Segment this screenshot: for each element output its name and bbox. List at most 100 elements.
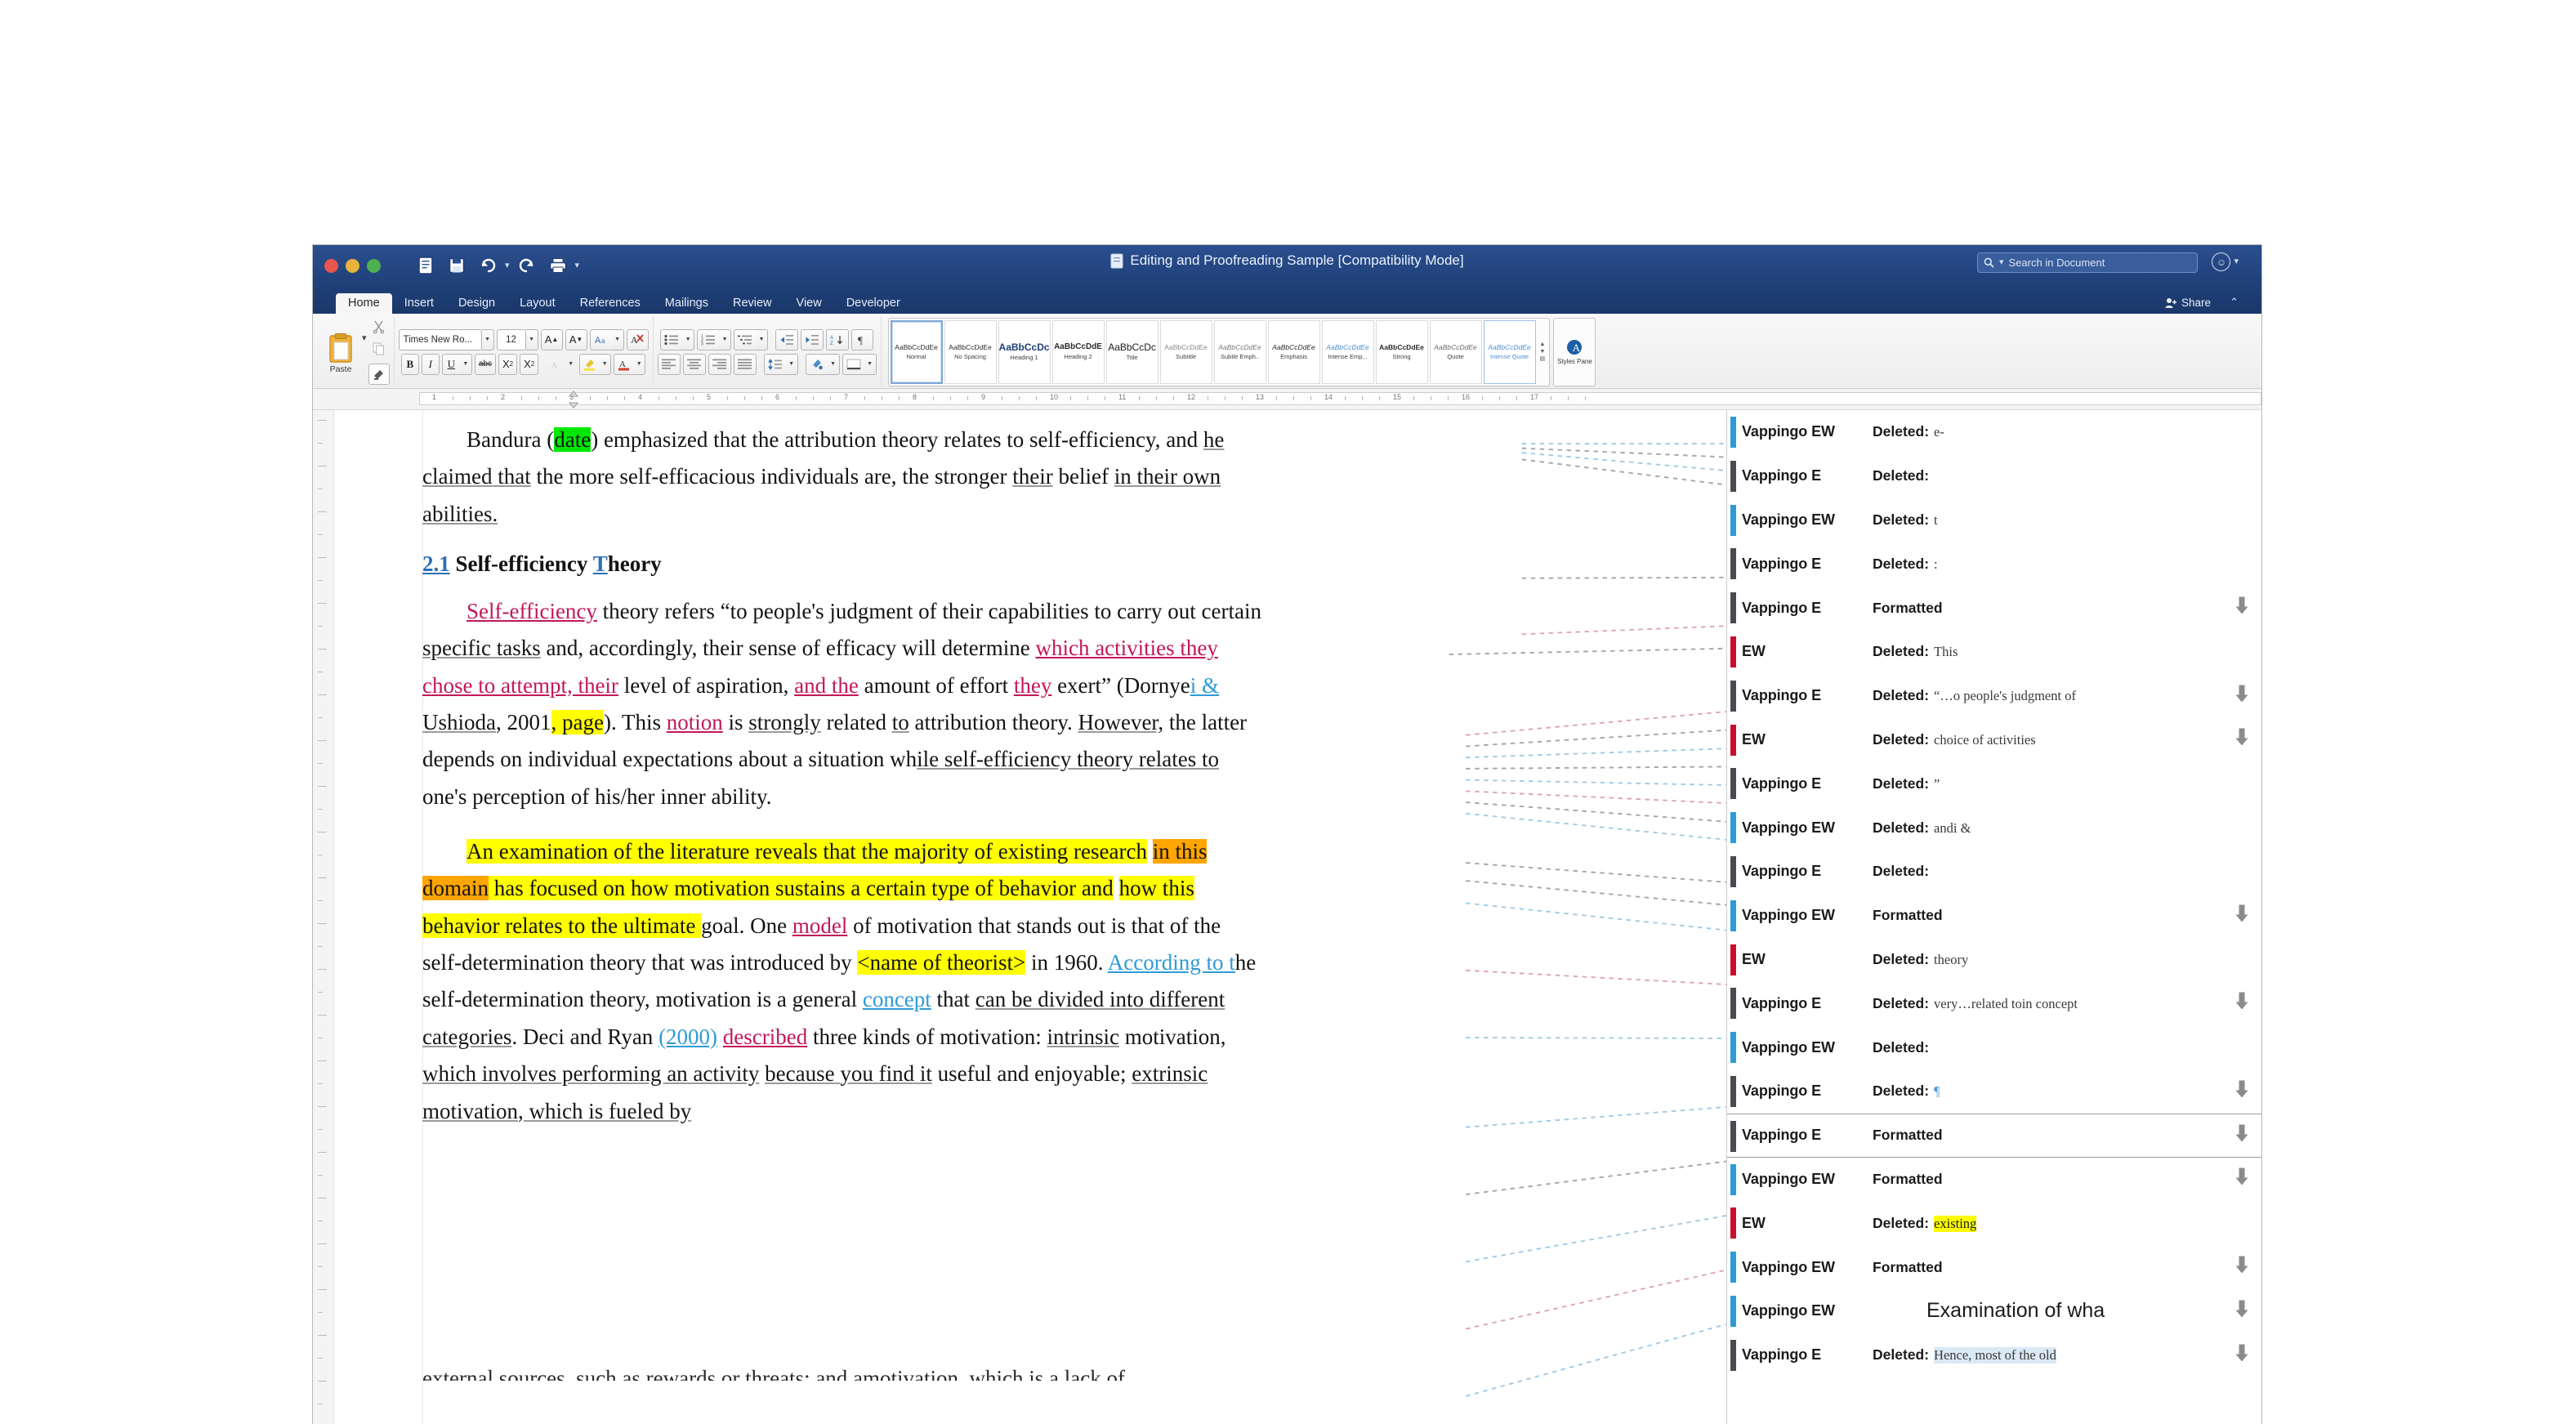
gallery-scroll-down-icon[interactable]: ▼ — [1540, 348, 1546, 355]
maximize-icon[interactable] — [367, 258, 381, 273]
undo-icon[interactable] — [474, 252, 502, 279]
multilevel-list-button[interactable] — [734, 328, 757, 350]
paragraph-examination[interactable]: An examination of the literature reveals… — [422, 833, 1264, 1130]
numbering-button[interactable]: 123 — [697, 328, 720, 350]
subscript-button[interactable]: X2 — [498, 353, 518, 375]
font-color-caret[interactable]: ▼ — [633, 353, 646, 375]
revision-row[interactable]: Vappingo EW Deleted: — [1727, 1025, 2261, 1069]
revision-row[interactable]: Vappingo E Deleted:” — [1727, 761, 2261, 806]
tab-developer[interactable]: Developer — [834, 293, 913, 315]
paste-dropdown-caret[interactable]: ▾ — [362, 333, 367, 343]
revision-expand-arrow-icon[interactable] — [2234, 596, 2250, 620]
revision-expand-arrow-icon[interactable] — [2234, 904, 2250, 927]
tab-home[interactable]: Home — [336, 292, 392, 314]
ribbon-collapse-icon[interactable]: ⌃ — [2230, 296, 2239, 309]
style-subtitle[interactable]: AaBbCcDdEe Subtitle — [1159, 319, 1212, 384]
revision-expand-arrow-icon[interactable] — [2234, 1256, 2250, 1279]
gallery-scroll-up-icon[interactable]: ▲ — [1540, 341, 1546, 348]
line-spacing-button[interactable] — [763, 353, 786, 375]
heading-2-1[interactable]: 2.1 Self-efficiency Theory — [422, 549, 1264, 580]
clear-formatting-button[interactable]: A — [626, 328, 649, 350]
revision-row[interactable]: Vappingo E Deleted: — [1727, 454, 2261, 498]
revision-row[interactable]: Vappingo EW Formatted — [1727, 1245, 2261, 1289]
underline-caret[interactable]: ▼ — [459, 353, 472, 375]
borders-button[interactable] — [842, 353, 864, 375]
revision-row[interactable]: Vappingo E Deleted: ¶ — [1727, 1069, 2261, 1114]
quick-access-toolbar[interactable]: ▾ ▾ — [412, 252, 579, 279]
revision-expand-arrow-icon[interactable] — [2234, 1343, 2250, 1367]
grow-font-button[interactable]: A ▲ — [540, 328, 563, 350]
document-body[interactable]: Bandura (date) emphasized that the attri… — [422, 422, 1264, 1136]
revision-row[interactable]: Vappingo EW Examination of wha — [1727, 1289, 2261, 1333]
revision-row[interactable]: Vappingo E Formatted — [1727, 1113, 2261, 1158]
tab-layout[interactable]: Layout — [507, 293, 568, 315]
bullets-button[interactable] — [660, 328, 683, 350]
justify-button[interactable] — [733, 353, 757, 375]
paste-button[interactable]: Paste — [322, 333, 359, 374]
text-effects-button[interactable]: A — [546, 354, 565, 375]
font-size-input[interactable]: 12 — [496, 328, 526, 350]
revision-row[interactable]: Vappingo EW Formatted — [1727, 894, 2261, 938]
revision-expand-arrow-icon[interactable] — [2234, 1167, 2250, 1191]
styles-pane-button[interactable]: A Styles Pane — [1553, 317, 1596, 386]
search-input[interactable]: ▾ Search in Document — [1977, 252, 2198, 273]
underline-button[interactable]: U — [441, 353, 460, 375]
tab-view[interactable]: View — [784, 293, 834, 315]
superscript-button[interactable]: X2 — [520, 353, 539, 375]
sort-button[interactable]: AZ — [826, 328, 850, 350]
highlight-caret[interactable]: ▼ — [599, 353, 612, 375]
revision-row[interactable]: Vappingo EW Deleted: e- — [1727, 410, 2261, 454]
revision-row[interactable]: Vappingo EW Deleted: andi & — [1727, 806, 2261, 850]
style-heading-2[interactable]: AaBbCcDdE Heading 2 — [1051, 319, 1105, 384]
format-painter-button[interactable] — [368, 363, 390, 385]
revision-expand-arrow-icon[interactable] — [2234, 1299, 2250, 1323]
help-button[interactable]: ☺ ▾ — [2212, 252, 2239, 271]
shrink-font-button[interactable]: A ▼ — [565, 328, 587, 350]
revision-expand-arrow-icon[interactable] — [2234, 684, 2250, 708]
font-size-caret[interactable]: ▼ — [525, 328, 538, 350]
revision-row[interactable]: EW Deleted: theory — [1727, 938, 2261, 982]
tab-insert[interactable]: Insert — [392, 293, 446, 315]
align-right-button[interactable] — [708, 353, 731, 375]
close-icon[interactable] — [324, 258, 338, 273]
italic-button[interactable]: I — [421, 353, 440, 375]
font-name-caret[interactable]: ▼ — [481, 328, 494, 350]
styles-gallery-scroll[interactable]: ▲ ▼ ▤ — [1538, 341, 1548, 363]
undo-dropdown-caret[interactable]: ▾ — [505, 261, 510, 270]
search-scope-caret[interactable]: ▾ — [1999, 258, 2004, 267]
revision-row[interactable]: Vappingo E Deleted:: — [1727, 542, 2261, 586]
bullets-caret[interactable]: ▼ — [682, 328, 695, 350]
print-icon[interactable] — [544, 252, 572, 279]
style-title[interactable]: AaBbCcDc Title — [1105, 319, 1159, 384]
copy-icon[interactable] — [372, 341, 386, 356]
save-icon[interactable] — [443, 252, 471, 279]
minimize-icon[interactable] — [346, 258, 359, 273]
revision-expand-arrow-icon[interactable] — [2234, 728, 2250, 752]
style-normal[interactable]: AaBbCcDdEe Normal — [890, 319, 943, 384]
revision-row[interactable]: EW Deleted: existing — [1727, 1201, 2261, 1245]
style-intense-quote[interactable]: AaBbCcDdEe Intense Quote — [1483, 319, 1536, 384]
gallery-expand-icon[interactable]: ▤ — [1540, 355, 1546, 363]
multilevel-list-caret[interactable]: ▼ — [756, 328, 769, 350]
revision-row[interactable]: Vappingo E Formatted — [1727, 586, 2261, 630]
style-intense-emphasis[interactable]: AaBbCcDdEe Intense Emp... — [1321, 319, 1374, 384]
indent-marker-icon[interactable] — [568, 391, 579, 408]
ribbon-tab-bar[interactable]: Home Insert Design Layout References Mai… — [313, 286, 2261, 314]
style-heading-1[interactable]: AaBbCcDc Heading 1 — [998, 319, 1051, 384]
align-center-button[interactable] — [682, 353, 706, 375]
strikethrough-button[interactable]: abc — [474, 353, 496, 375]
line-spacing-caret[interactable]: ▼ — [785, 353, 798, 375]
paragraph-bandura[interactable]: Bandura (date) emphasized that the attri… — [422, 422, 1264, 533]
change-case-button[interactable]: Aa — [589, 328, 612, 350]
highlight-button[interactable] — [579, 353, 600, 375]
revision-row[interactable]: Vappingo E Deleted: Hence, most of the old — [1727, 1333, 2261, 1377]
tab-review[interactable]: Review — [721, 293, 784, 315]
show-formatting-marks-button[interactable]: ¶ — [851, 328, 874, 350]
new-document-icon[interactable] — [412, 252, 440, 279]
bold-button[interactable]: B — [400, 353, 419, 375]
font-name-input[interactable]: Times New Ro... — [398, 328, 482, 350]
tab-mailings[interactable]: Mailings — [653, 293, 721, 315]
style-subtle-emphasis[interactable]: AaBbCcDdEe Subtle Emph.. — [1213, 319, 1266, 384]
styles-gallery[interactable]: AaBbCcDdEe Normal AaBbCcDdEe No Spacing … — [887, 317, 1551, 386]
style-no-spacing[interactable]: AaBbCcDdEe No Spacing — [944, 319, 997, 384]
